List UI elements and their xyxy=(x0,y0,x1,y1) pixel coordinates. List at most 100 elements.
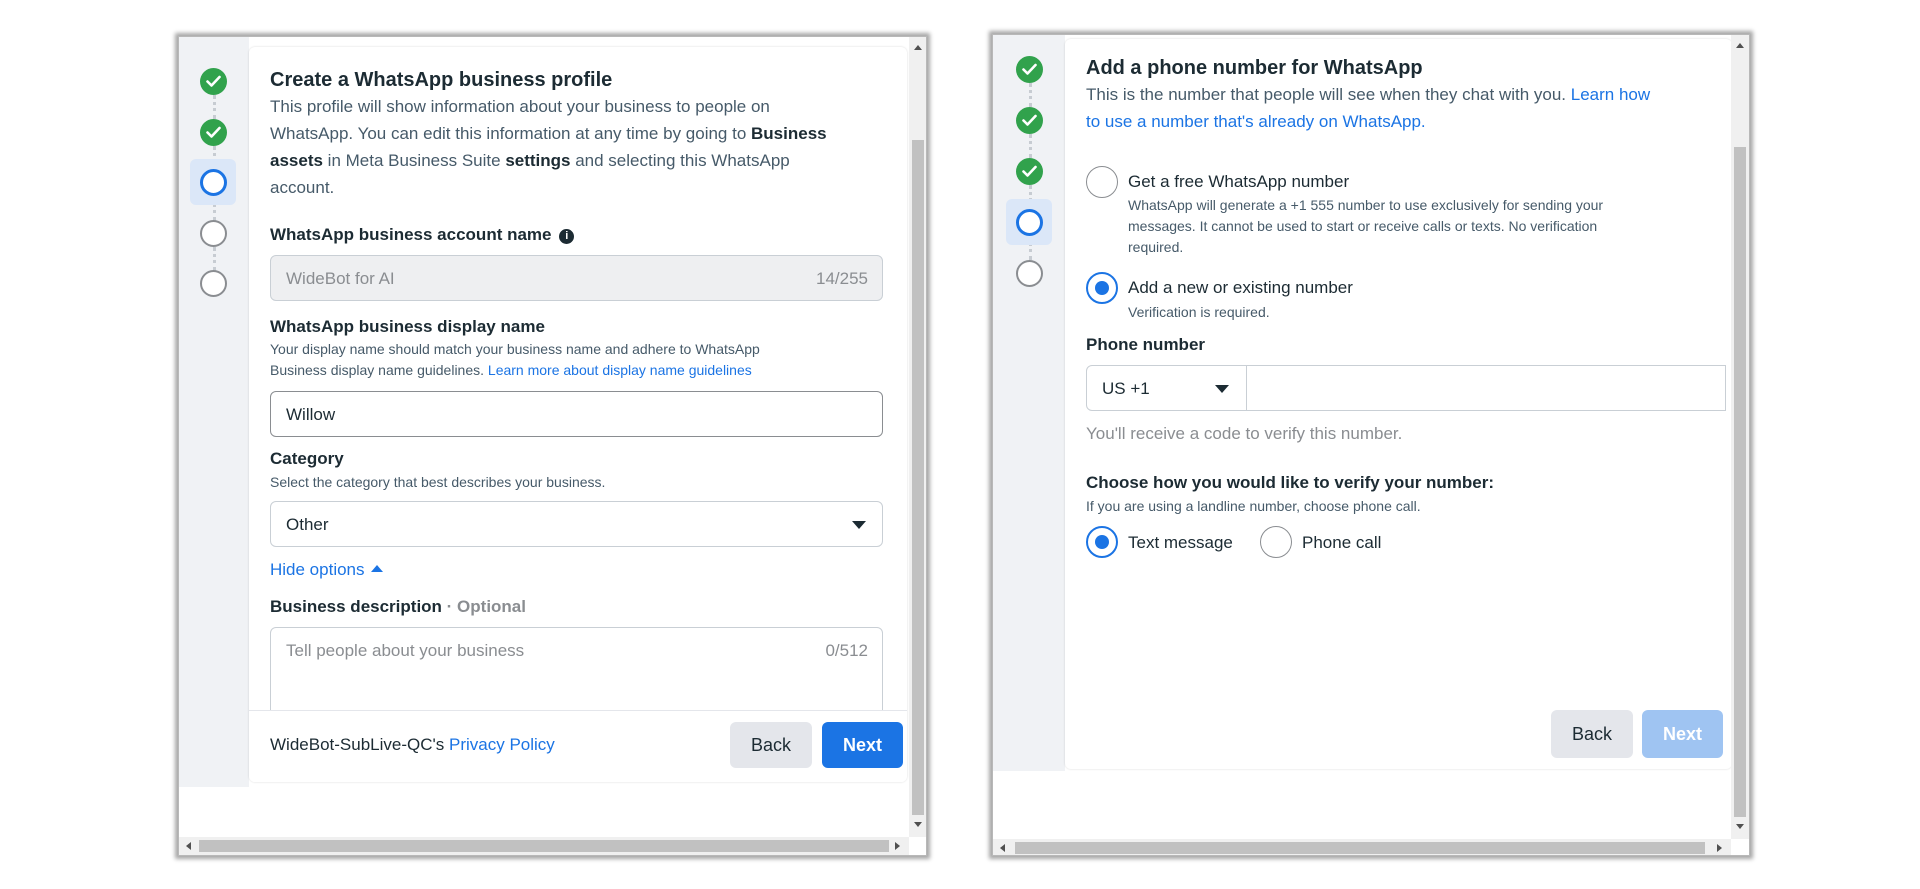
vertical-scroll-thumb[interactable] xyxy=(912,140,924,815)
text-message-label: Text message xyxy=(1128,533,1233,552)
step-complete-check-icon xyxy=(200,68,227,95)
account-name-label-text: WhatsApp business account name xyxy=(270,225,552,244)
vertical-scroll-thumb[interactable] xyxy=(1734,147,1746,817)
profile-form-card: Create a WhatsApp business profile This … xyxy=(249,47,907,782)
step-connector xyxy=(1029,134,1032,158)
horizontal-scroll-thumb[interactable] xyxy=(1015,842,1705,854)
scroll-right-arrow-icon[interactable] xyxy=(895,842,900,850)
category-label: Category xyxy=(270,449,344,468)
intro-line: assets in Meta Business Suite settings a… xyxy=(270,147,895,174)
free-number-description: WhatsApp will generate a +1 555 number t… xyxy=(1128,195,1718,258)
scroll-left-arrow-icon[interactable] xyxy=(1000,844,1005,852)
chevron-down-icon xyxy=(1215,385,1229,393)
display-name-guidelines-link[interactable]: Learn more about display name guidelines xyxy=(488,362,752,378)
intro-fragment: and selecting this WhatsApp xyxy=(570,151,790,170)
privacy-policy-link[interactable]: Privacy Policy xyxy=(449,735,555,754)
intro-fragment: WhatsApp. You can edit this information … xyxy=(270,124,752,143)
horizontal-scrollbar[interactable] xyxy=(993,839,1731,855)
account-name-value: WideBot for AI xyxy=(286,269,395,288)
hide-options-link[interactable]: Hide options xyxy=(270,560,384,580)
display-name-label: WhatsApp business display name xyxy=(270,317,545,336)
existing-number-description: Verification is required. xyxy=(1128,304,1270,320)
chevron-down-icon xyxy=(852,521,866,529)
step-connector xyxy=(213,95,216,119)
learn-how-link[interactable]: Learn how xyxy=(1571,85,1650,104)
step-current-icon xyxy=(1016,209,1043,236)
display-name-help: Your display name should match your busi… xyxy=(270,339,895,381)
category-value: Other xyxy=(286,515,329,534)
free-number-title: Get a free WhatsApp number xyxy=(1128,172,1350,191)
step-complete-check-icon xyxy=(1016,107,1043,134)
phone-form-card: Add a phone number for WhatsApp This is … xyxy=(1065,39,1732,769)
country-code-value: US +1 xyxy=(1102,379,1150,398)
page-title: Add a phone number for WhatsApp xyxy=(1086,57,1423,79)
scroll-left-arrow-icon[interactable] xyxy=(186,842,191,850)
step-complete-check-icon xyxy=(1016,158,1043,185)
intro-fragment: This is the number that people will see … xyxy=(1086,85,1571,104)
horizontal-scrollbar[interactable] xyxy=(179,837,909,855)
phone-number-label: Phone number xyxy=(1086,335,1206,354)
create-profile-window: Create a WhatsApp business profile This … xyxy=(178,36,927,856)
scroll-up-arrow-icon[interactable] xyxy=(914,45,922,50)
display-name-help-fragment: Business display name guidelines. xyxy=(270,362,488,378)
progress-stepper xyxy=(179,37,249,787)
display-name-value: Willow xyxy=(286,405,336,424)
privacy-prefix: WideBot-SubLive-QC's xyxy=(270,735,449,754)
phone-intro-text: This is the number that people will see … xyxy=(1086,81,1726,135)
intro-bold: settings xyxy=(505,151,571,170)
scroll-down-arrow-icon[interactable] xyxy=(1736,824,1744,829)
step-current-icon xyxy=(200,169,227,196)
intro-line: This profile will show information about… xyxy=(270,97,770,116)
account-name-counter: 14/255 xyxy=(816,269,868,288)
text-message-radio[interactable] xyxy=(1086,526,1118,558)
back-button[interactable]: Back xyxy=(1551,710,1633,758)
phone-number-input[interactable] xyxy=(1248,366,1726,410)
step-pending-icon xyxy=(200,220,227,247)
card-footer: WideBot-SubLive-QC's Privacy Policy Back… xyxy=(249,710,907,782)
learn-how-link-continued[interactable]: to use a number that's already on WhatsA… xyxy=(1086,108,1726,135)
display-name-help-line: Business display name guidelines. Learn … xyxy=(270,360,895,381)
intro-bold: Business xyxy=(751,124,827,143)
intro-line: This is the number that people will see … xyxy=(1086,81,1726,108)
intro-line: account. xyxy=(270,178,335,197)
description-line: WhatsApp will generate a +1 555 number t… xyxy=(1128,197,1604,213)
intro-bold: assets xyxy=(270,151,323,170)
next-button[interactable]: Next xyxy=(822,722,903,768)
description-line: required. xyxy=(1128,239,1184,255)
phone-call-radio[interactable] xyxy=(1260,526,1292,558)
progress-stepper xyxy=(993,35,1065,771)
phone-help-text: You'll receive a code to verify this num… xyxy=(1086,424,1403,443)
scroll-right-arrow-icon[interactable] xyxy=(1717,844,1722,852)
phone-call-label: Phone call xyxy=(1302,533,1382,552)
display-name-input[interactable]: Willow xyxy=(270,391,883,437)
country-code-select[interactable]: US +1 xyxy=(1087,366,1247,410)
category-select[interactable]: Other xyxy=(270,501,883,547)
description-counter: 0/512 xyxy=(825,641,868,660)
existing-number-radio[interactable] xyxy=(1086,272,1118,304)
phone-number-group: US +1 xyxy=(1086,365,1726,411)
back-button[interactable]: Back xyxy=(730,722,812,768)
vertical-scrollbar[interactable] xyxy=(909,37,926,837)
verify-method-label: Choose how you would like to verify your… xyxy=(1086,473,1495,492)
horizontal-scroll-thumb[interactable] xyxy=(199,840,889,852)
verify-method-help: If you are using a landline number, choo… xyxy=(1086,498,1421,514)
info-icon[interactable]: i xyxy=(559,229,575,244)
chevron-up-icon xyxy=(371,565,384,572)
scroll-down-arrow-icon[interactable] xyxy=(914,822,922,827)
step-connector xyxy=(1029,83,1032,107)
description-label: Business description · Optional xyxy=(270,597,526,617)
hide-options-label: Hide options xyxy=(270,560,365,579)
description-label-text: Business description xyxy=(270,597,442,616)
scroll-up-arrow-icon[interactable] xyxy=(1736,43,1744,48)
display-name-help-line: Your display name should match your busi… xyxy=(270,341,760,357)
next-button-disabled[interactable]: Next xyxy=(1642,710,1723,758)
vertical-scrollbar[interactable] xyxy=(1731,35,1749,839)
description-line: messages. It cannot be used to start or … xyxy=(1128,218,1598,234)
step-complete-check-icon xyxy=(1016,56,1043,83)
account-name-label: WhatsApp business account name i xyxy=(270,225,575,245)
step-pending-icon xyxy=(1016,260,1043,287)
step-complete-check-icon xyxy=(200,119,227,146)
category-help: Select the category that best describes … xyxy=(270,474,606,490)
free-number-radio[interactable] xyxy=(1086,166,1118,198)
account-name-field: WideBot for AI 14/255 xyxy=(270,255,883,301)
